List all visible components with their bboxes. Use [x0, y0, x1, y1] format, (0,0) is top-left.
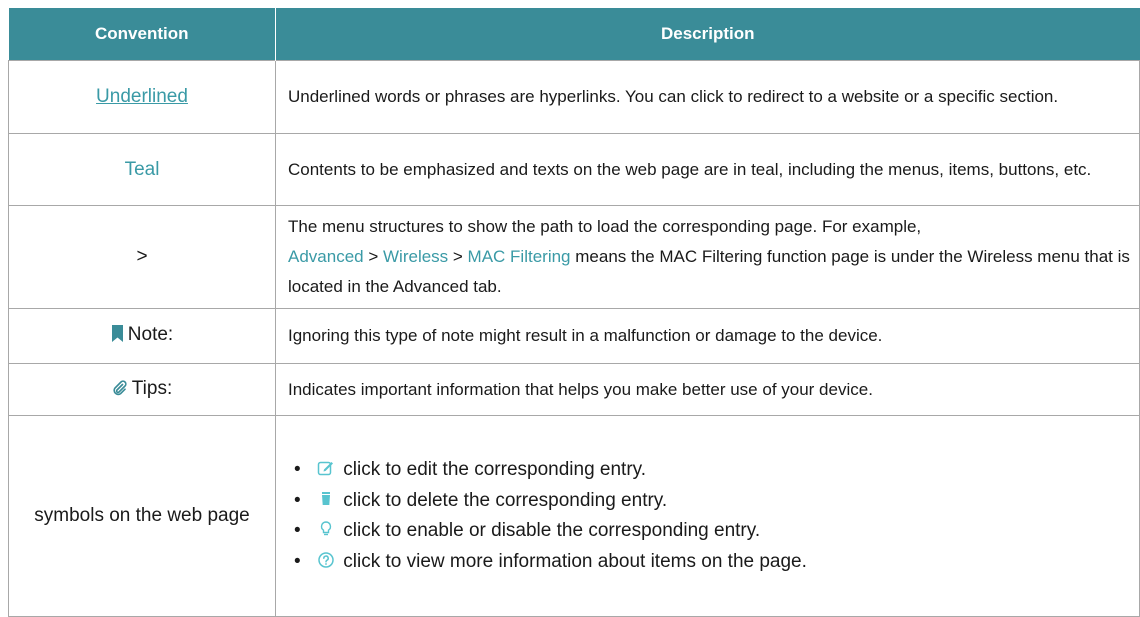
- bullet: •: [294, 489, 301, 511]
- menu-path-description-prefix: The menu structures to show the path to …: [288, 217, 922, 236]
- list-item: • click to view more information about i…: [294, 547, 1133, 578]
- description-cell: Ignoring this type of note might result …: [275, 308, 1140, 364]
- convention-cell: symbols on the web page: [8, 415, 276, 617]
- lightbulb-icon: [317, 518, 335, 536]
- header-description: Description: [275, 8, 1140, 61]
- description-cell: Indicates important information that hel…: [275, 363, 1140, 416]
- convention-cell: Tips:: [8, 363, 276, 416]
- note-label: Note:: [127, 324, 174, 345]
- underlined-link[interactable]: Underlined: [96, 86, 188, 107]
- table-row-tips: Tips: Indicates important information th…: [8, 363, 1140, 416]
- bullet: •: [294, 459, 301, 480]
- delete-description: click to delete the corresponding entry.: [343, 489, 668, 511]
- gt-label: >: [136, 246, 148, 267]
- table-header-row: Convention Description: [8, 8, 1140, 61]
- table-row-teal: Teal Contents to be emphasized and texts…: [8, 133, 1140, 206]
- symbols-label: symbols on the web page: [34, 505, 250, 526]
- teal-label: Teal: [124, 158, 160, 180]
- convention-cell: Note:: [8, 308, 276, 364]
- menu-path-separator: >: [448, 247, 468, 266]
- convention-cell: Teal: [8, 133, 276, 206]
- question-circle-icon: [317, 549, 335, 568]
- menu-path-advanced: Advanced: [288, 247, 364, 266]
- paperclip-icon: [112, 376, 128, 406]
- menu-path-wireless: Wireless: [383, 247, 449, 266]
- symbols-list: • click to edit the corresponding entry.…: [288, 455, 1133, 577]
- menu-path-mac-filtering: MAC Filtering: [467, 247, 571, 266]
- menu-path-separator: >: [363, 247, 383, 266]
- conventions-table: Convention Description Underlined Underl…: [8, 8, 1140, 617]
- tips-label: Tips:: [131, 377, 173, 399]
- description-cell: Contents to be emphasized and texts on t…: [275, 133, 1140, 206]
- convention-cell: >: [8, 205, 276, 309]
- bullet: •: [294, 520, 301, 541]
- edit-icon: [317, 457, 335, 476]
- table-row-underlined: Underlined Underlined words or phrases a…: [8, 60, 1140, 134]
- list-item: • click to enable or disable the corresp…: [294, 516, 1133, 547]
- description-cell: Underlined words or phrases are hyperlin…: [275, 60, 1140, 134]
- edit-description: click to edit the corresponding entry.: [343, 459, 647, 480]
- header-convention: Convention: [8, 8, 276, 61]
- toggle-description: click to enable or disable the correspon…: [343, 520, 761, 541]
- table-row-menu-path: > The menu structures to show the path t…: [8, 205, 1140, 309]
- convention-cell: Underlined: [8, 60, 276, 134]
- description-cell: The menu structures to show the path to …: [275, 205, 1140, 309]
- trash-icon: [317, 488, 335, 506]
- list-item: • click to delete the corresponding entr…: [294, 486, 1133, 517]
- help-description: click to view more information about ite…: [343, 550, 807, 572]
- bullet: •: [294, 550, 301, 572]
- description-cell: • click to edit the corresponding entry.…: [275, 415, 1140, 617]
- list-item: • click to edit the corresponding entry.: [294, 455, 1133, 486]
- bookmark-icon: [111, 322, 124, 352]
- table-row-note: Note: Ignoring this type of note might r…: [8, 308, 1140, 364]
- table-row-symbols: symbols on the web page • click to edit …: [8, 415, 1140, 617]
